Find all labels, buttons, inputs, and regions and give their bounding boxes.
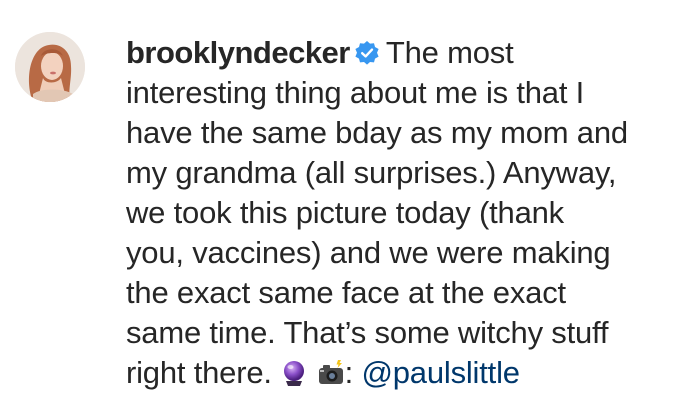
avatar-image bbox=[15, 32, 85, 102]
comment-line-1: brooklyndecker The most bbox=[126, 33, 691, 73]
comment-line-6: you, vaccines) and we were making bbox=[126, 235, 611, 270]
verified-badge-icon bbox=[354, 40, 380, 66]
photo-credit-colon: : bbox=[344, 355, 354, 390]
comment-line-9: right there. : @paulslittle bbox=[126, 353, 691, 393]
comment-line-8: same time. That’s some witchy stuff bbox=[126, 315, 609, 350]
mention-link[interactable]: @paulslittle bbox=[361, 355, 520, 390]
comment-line-4: my grandma (all surprises.) Anyway, bbox=[126, 155, 617, 190]
comment-line-2: interesting thing about me is that I bbox=[126, 75, 585, 110]
comment-body: brooklyndecker The most interesting thing… bbox=[126, 33, 691, 393]
comment-line-7: the exact same face at the exact bbox=[126, 275, 566, 310]
comment-text-end: right there. bbox=[126, 355, 272, 390]
comment: brooklyndecker The most interesting thing… bbox=[0, 0, 700, 411]
comment-line-5: we took this picture today (thank bbox=[126, 195, 564, 230]
crystal-ball-icon bbox=[280, 359, 308, 387]
comment-line-3: have the same bday as my mom and bbox=[126, 115, 628, 150]
username-link[interactable]: brooklyndecker bbox=[126, 35, 350, 70]
comment-text: The most bbox=[385, 35, 514, 70]
camera-with-flash-icon bbox=[317, 359, 345, 387]
avatar[interactable] bbox=[15, 32, 85, 102]
